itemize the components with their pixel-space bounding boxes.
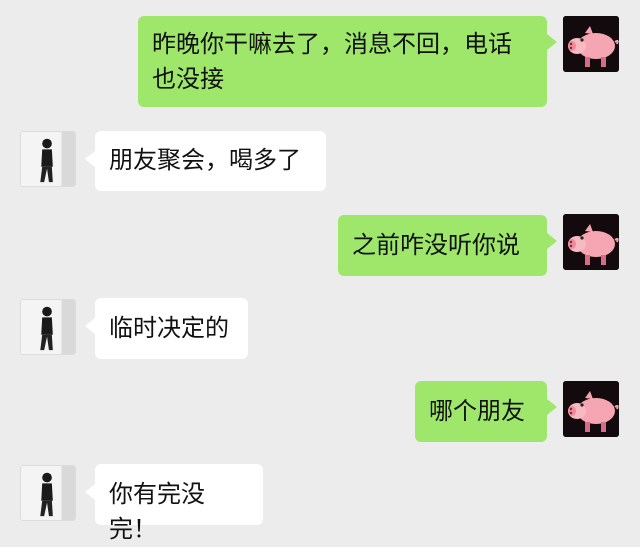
message-bubble-sent[interactable]: 昨晚你干嘛去了，消息不回，电话也没接 <box>138 16 557 107</box>
message-bubble-received[interactable]: 朋友聚会，喝多了 <box>85 131 326 191</box>
person-avatar[interactable] <box>20 131 76 187</box>
pig-icon <box>563 16 619 72</box>
pig-avatar[interactable] <box>563 381 619 437</box>
message-bubble-sent[interactable]: 之前咋没听你说 <box>338 215 557 276</box>
pig-icon <box>563 381 619 437</box>
person-icon <box>21 466 75 520</box>
message-bubble-sent[interactable]: 哪个朋友 <box>415 381 557 442</box>
person-avatar[interactable] <box>20 299 76 355</box>
message-text: 哪个朋友 <box>429 397 525 425</box>
message-text: 之前咋没听你说 <box>352 231 520 259</box>
message-bubble-received[interactable]: 你有完没完！ <box>85 464 263 543</box>
person-icon <box>21 132 75 186</box>
person-avatar[interactable] <box>20 465 76 521</box>
message-text: 朋友聚会，喝多了 <box>109 146 301 174</box>
message-text: 昨晚你干嘛去了，消息不回，电话也没接 <box>152 30 512 93</box>
person-icon <box>21 300 75 354</box>
message-bubble-received[interactable]: 临时决定的 <box>85 298 248 359</box>
message-text: 你有完没完！ <box>109 480 205 543</box>
pig-icon <box>563 214 619 270</box>
pig-avatar[interactable] <box>563 16 619 72</box>
message-text: 临时决定的 <box>109 314 229 342</box>
pig-avatar[interactable] <box>563 214 619 270</box>
